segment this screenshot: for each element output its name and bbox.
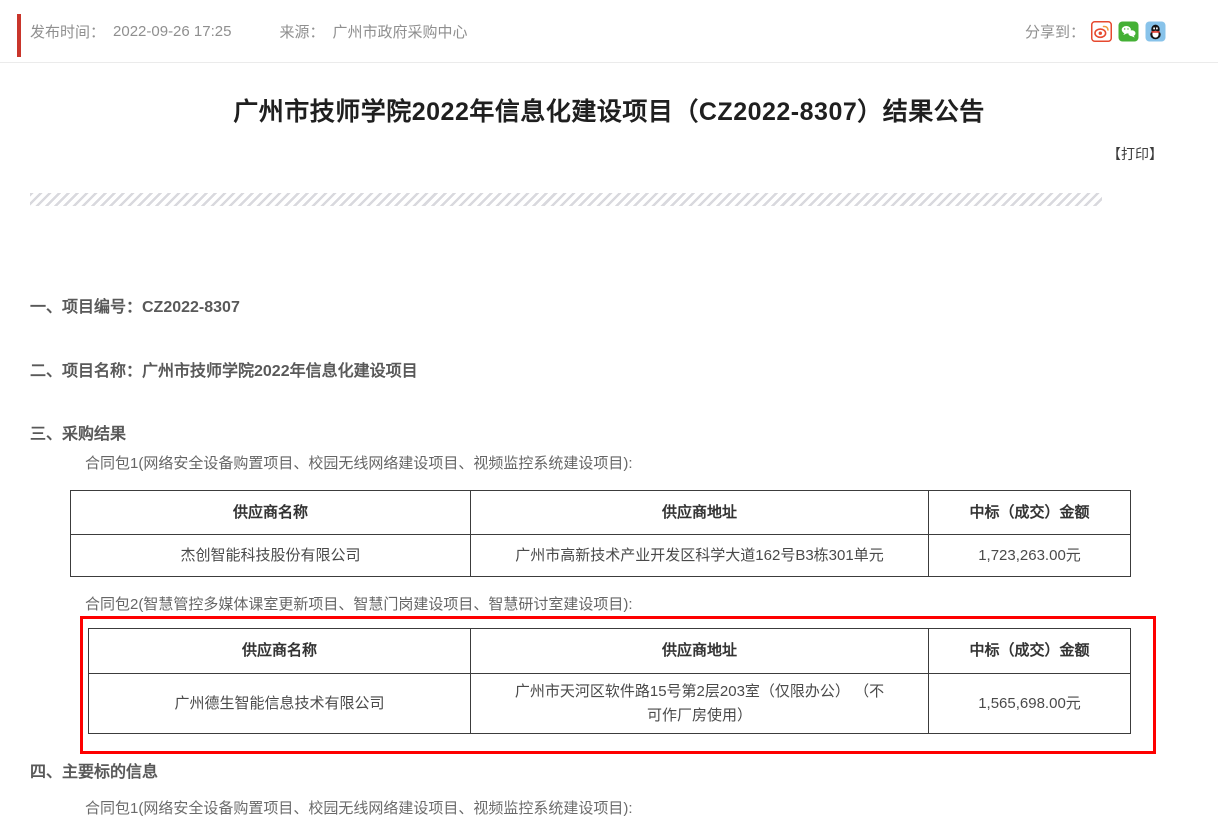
weibo-share-icon[interactable] xyxy=(1091,21,1112,42)
wechat-share-icon[interactable] xyxy=(1118,21,1139,42)
header-award-amount: 中标（成交）金额 xyxy=(929,491,1131,535)
package2-result-table: 供应商名称 供应商地址 中标（成交）金额 广州德生智能信息技术有限公司 广州市天… xyxy=(88,628,1131,734)
header-supplier-name: 供应商名称 xyxy=(89,629,471,674)
clipped-bottom-text: 合同包1(网络安全设备购置项目、校园无线网络建设项目、视频监控系统建设项目): xyxy=(85,797,633,818)
source-label: 来源： xyxy=(279,21,324,42)
supplier-address-cell: 广州市天河区软件路15号第2层203室（仅限办公） （不可作厂房使用） xyxy=(471,674,929,734)
section-project-name: 二、项目名称：广州市技师学院2022年信息化建设项目 xyxy=(30,357,418,381)
print-button[interactable]: 【打印】 xyxy=(1107,144,1163,164)
award-amount-cell: 1,723,263.00元 xyxy=(929,535,1131,577)
award-amount-cell: 1,565,698.00元 xyxy=(929,674,1131,734)
table-header-row: 供应商名称 供应商地址 中标（成交）金额 xyxy=(71,491,1131,535)
package2-intro: 合同包2(智慧管控多媒体课室更新项目、智慧门岗建设项目、智慧研讨室建设项目): xyxy=(85,593,633,614)
package1-intro: 合同包1(网络安全设备购置项目、校园无线网络建设项目、视频监控系统建设项目): xyxy=(85,452,633,473)
publish-time-value: 2022-09-26 17:25 xyxy=(113,23,231,40)
publish-info: 发布时间： 2022-09-26 17:25 来源： 广州市政府采购中心 xyxy=(30,0,467,62)
header-award-amount: 中标（成交）金额 xyxy=(929,629,1131,674)
page-title: 广州市技师学院2022年信息化建设项目（CZ2022-8307）结果公告 xyxy=(0,92,1218,128)
section-project-number: 一、项目编号：CZ2022-8307 xyxy=(30,293,240,317)
section-main-subject-info: 四、主要标的信息 xyxy=(30,758,158,782)
table-row: 杰创智能科技股份有限公司 广州市高新技术产业开发区科学大道162号B3栋301单… xyxy=(71,535,1131,577)
hatched-divider xyxy=(30,193,1102,206)
supplier-address-cell: 广州市高新技术产业开发区科学大道162号B3栋301单元 xyxy=(471,535,929,577)
table-header-row: 供应商名称 供应商地址 中标（成交）金额 xyxy=(89,629,1131,674)
supplier-name-cell: 杰创智能科技股份有限公司 xyxy=(71,535,471,577)
share-label: 分享到： xyxy=(1025,21,1085,42)
qq-share-icon[interactable] xyxy=(1145,21,1166,42)
left-accent-mark xyxy=(17,14,21,57)
section-procurement-result: 三、采购结果 xyxy=(30,420,126,444)
source-value: 广州市政府采购中心 xyxy=(332,21,467,42)
meta-bar: 发布时间： 2022-09-26 17:25 来源： 广州市政府采购中心 分享到： xyxy=(0,0,1218,63)
package1-result-table: 供应商名称 供应商地址 中标（成交）金额 杰创智能科技股份有限公司 广州市高新技… xyxy=(70,490,1131,577)
share-area: 分享到： xyxy=(1025,0,1166,62)
header-supplier-address: 供应商地址 xyxy=(471,491,929,535)
publish-time-label: 发布时间： xyxy=(30,21,105,42)
header-supplier-name: 供应商名称 xyxy=(71,491,471,535)
header-supplier-address: 供应商地址 xyxy=(471,629,929,674)
supplier-name-cell: 广州德生智能信息技术有限公司 xyxy=(89,674,471,734)
announcement-page: 发布时间： 2022-09-26 17:25 来源： 广州市政府采购中心 分享到： xyxy=(0,0,1218,805)
table-row: 广州德生智能信息技术有限公司 广州市天河区软件路15号第2层203室（仅限办公）… xyxy=(89,674,1131,734)
